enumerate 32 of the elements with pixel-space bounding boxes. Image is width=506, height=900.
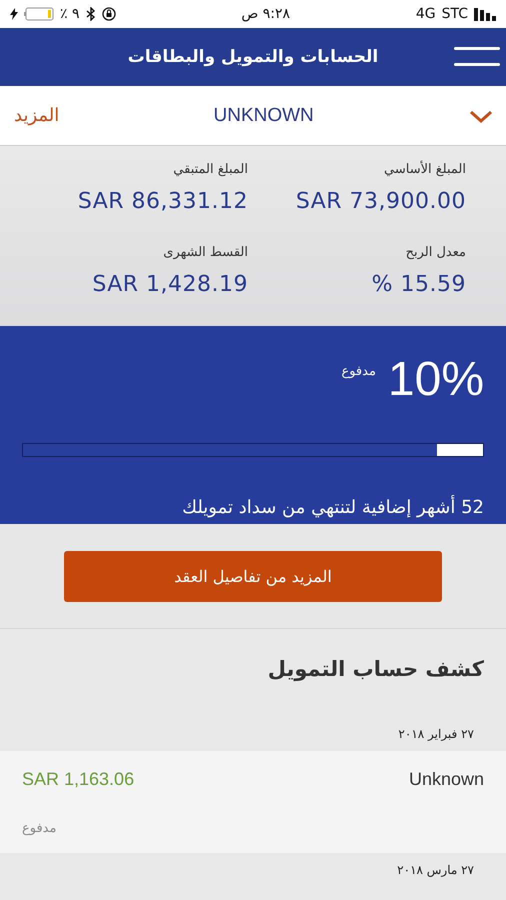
carrier-name: STC xyxy=(442,6,468,22)
menu-button[interactable] xyxy=(454,45,500,69)
paid-percent: 10% xyxy=(388,352,484,407)
stat-value: SAR 73,900.00 xyxy=(296,189,466,214)
stat-label: القسط الشهرى xyxy=(163,245,248,260)
remaining-text: 52 أشهر إضافية لتنتهي من سداد تمويلك xyxy=(181,497,484,518)
entry-status: مدفوع xyxy=(22,821,56,838)
menu-icon xyxy=(454,45,500,69)
entry-name: Unknown xyxy=(408,769,484,791)
date-heading: ٢٧ فبراير ٢٠١٨ xyxy=(397,726,475,743)
stat-value: SAR 86,331.12 xyxy=(78,189,248,214)
clock: ٩:٢٨ ص xyxy=(241,6,290,22)
page-title: الحسابات والتمويل والبطاقات xyxy=(128,47,378,67)
stat-label: المبلغ المتبقي xyxy=(173,162,248,177)
statement-title: كشف حساب التمويل xyxy=(266,656,485,681)
paid-caption: مدفوع xyxy=(341,364,376,379)
account-name: UNKNOWN xyxy=(214,104,314,126)
stat-label: معدل الربح xyxy=(406,245,466,260)
signal-icon xyxy=(474,8,496,20)
bluetooth-icon xyxy=(86,7,96,21)
entry-amount: SAR 1,163.06 xyxy=(22,769,134,791)
rotation-lock-icon xyxy=(102,7,116,21)
battery-percent: ٪ ٩ xyxy=(60,6,80,22)
stat-value: % 15.59 xyxy=(372,272,466,297)
contract-details-button[interactable]: المزيد من تفاصيل العقد xyxy=(64,550,442,602)
battery-icon xyxy=(24,7,54,21)
more-link[interactable]: المزيد xyxy=(14,105,60,126)
stat-label: المبلغ الأساسي xyxy=(384,162,466,177)
network-type: 4G xyxy=(416,6,436,22)
charging-icon xyxy=(10,8,18,20)
stat-value: SAR 1,428.19 xyxy=(92,272,248,297)
date-heading: ٢٧ مارس ٢٠١٨ xyxy=(396,862,475,879)
